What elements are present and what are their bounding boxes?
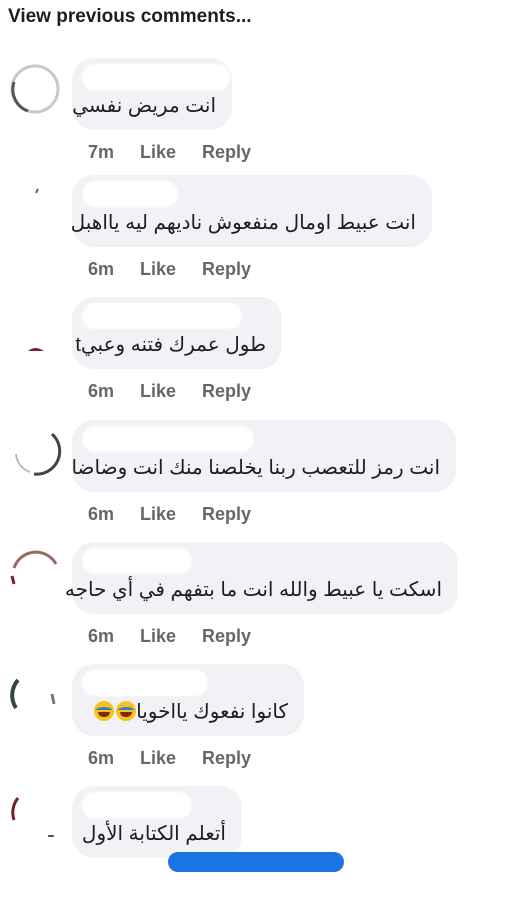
comment-time: 6m [88,504,115,524]
comment-time: 6m [88,259,115,279]
avatar[interactable] [8,424,62,478]
reply-button[interactable]: Reply [202,259,251,280]
avatar[interactable] [8,546,62,600]
reply-button[interactable]: Reply [202,626,251,647]
reply-button[interactable]: Reply [202,381,251,402]
comment-text: أتعلم الكتابة الأول [81,823,226,845]
comment-bubble: انت عبيط اومال منفعوش ناديهم ليه يااهبل [70,175,432,247]
comment-actions: 6m Like Reply [88,626,251,647]
redacted-author-name [82,792,192,818]
comment-item: أتعلم الكتابة الأول [0,786,510,908]
comment-text: انت مريض نفسي [72,95,216,117]
redacted-author-name [82,303,242,329]
comment-time: 6m [88,748,115,768]
avatar[interactable] [8,668,62,722]
comment-time: 6m [88,381,115,401]
comment-text: كانوا نفعوك يااخويا [92,699,288,724]
comment-time: 6m [88,626,115,646]
like-button[interactable]: Like [140,626,202,647]
comment-actions: 6m Like Reply [88,259,251,280]
like-button[interactable]: Like [140,504,202,525]
avatar-ring-icon [10,64,60,114]
like-button[interactable]: Like [140,142,202,163]
avatar[interactable] [8,301,62,355]
avatar[interactable] [8,790,62,844]
redacted-author-name [82,426,254,452]
comment-actions: 6m Like Reply [88,504,251,525]
comment-bubble: انت مريض نفسي [72,58,232,130]
avatar-ring-icon [10,678,56,710]
comment-bubble: طول عمرك فتنه وعبيt [72,297,282,369]
redacted-author-name [82,670,208,696]
comment-text: انت رمز للتعصب ربنا يخلصنا منك انت وضاضا [71,457,440,479]
reply-button[interactable]: Reply [202,504,251,525]
comment-actions: 6m Like Reply [88,381,251,402]
comment-actions: 7m Like Reply [88,142,251,163]
avatar[interactable] [8,62,62,116]
avatar-ring-icon [15,432,62,476]
laughing-emoji-icon [94,701,115,721]
comment-item: انت رمز للتعصب ربنا يخلصنا منك انت وضاضا… [0,420,510,542]
comment-item: انت مريض نفسي 7m Like Reply [0,58,510,180]
redacted-author-name [82,181,178,207]
comment-bubble: انت رمز للتعصب ربنا يخلصنا منك انت وضاضا [71,420,456,492]
comment-text-body: كانوا نفعوك يااخويا [136,701,288,723]
laughing-emoji-icon [116,701,137,721]
comment-text: انت عبيط اومال منفعوش ناديهم ليه يااهبل [70,212,416,234]
reply-button[interactable]: Reply [202,748,251,769]
avatar-ring-icon [28,348,44,351]
avatar-ring-icon [10,550,58,585]
comment-actions: 6m Like Reply [88,748,251,769]
comment-time: 7m [88,142,115,162]
reply-button[interactable]: Reply [202,142,251,163]
like-button[interactable]: Like [140,748,202,769]
comment-text: اسكت يا عبيط والله انت ما بتفهم في أي حا… [64,579,442,601]
redacted-author-name [82,548,192,574]
avatar[interactable] [8,179,62,233]
avatar-ring-icon [11,797,54,837]
comment-item: طول عمرك فتنه وعبيt 6m Like Reply [0,297,510,419]
view-previous-comments-link[interactable]: View previous comments... [8,6,252,28]
redacted-author-name [82,64,230,90]
comment-bubble: كانوا نفعوك يااخويا [72,664,304,736]
comment-text: طول عمرك فتنه وعبيt [75,334,266,356]
comment-item: كانوا نفعوك يااخويا 6m Like Reply [0,664,510,786]
avatar-ring-icon [35,188,39,194]
like-button[interactable]: Like [140,259,202,280]
comment-bubble: أتعلم الكتابة الأول [72,786,242,858]
scroll-to-latest-button[interactable] [168,852,344,872]
like-button[interactable]: Like [140,381,202,402]
comment-bubble: اسكت يا عبيط والله انت ما بتفهم في أي حا… [65,542,458,614]
comment-item: اسكت يا عبيط والله انت ما بتفهم في أي حا… [0,542,510,664]
comment-item: انت عبيط اومال منفعوش ناديهم ليه يااهبل … [0,175,510,297]
